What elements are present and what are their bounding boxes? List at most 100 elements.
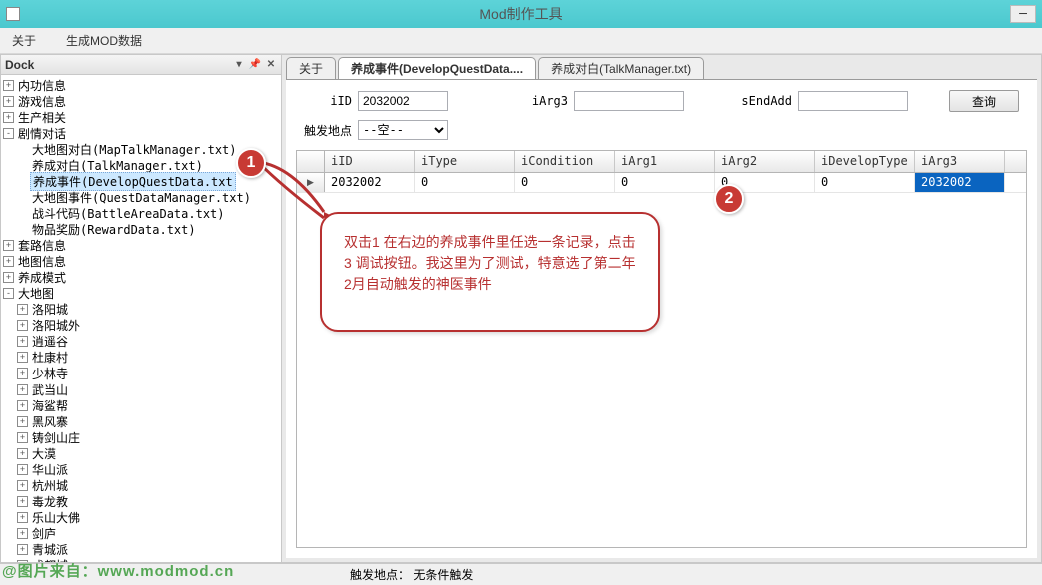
tree-label: 乐山大佛 [30,509,82,526]
tree-node[interactable]: +杜康村 [1,349,281,365]
tree-node[interactable]: +海鲨帮 [1,397,281,413]
expand-icon[interactable]: + [17,544,28,555]
watermark: @图片来自：www.modmod.cn [2,560,234,581]
tree-node[interactable]: +游戏信息 [1,93,281,109]
tree-label: 内功信息 [16,77,68,94]
expand-icon[interactable]: + [17,480,28,491]
menubar: 关于 生成MOD数据 [0,28,1042,54]
tree-node[interactable]: +地图信息 [1,253,281,269]
tree-node[interactable]: +青城派 [1,541,281,557]
pin-icon[interactable]: 📌 [249,59,261,71]
expand-icon[interactable]: + [3,272,14,283]
tree-node[interactable]: +华山派 [1,461,281,477]
tree-node[interactable]: +乐山大佛 [1,509,281,525]
tree-node[interactable]: +套路信息 [1,237,281,253]
grid-header-cell[interactable]: iType [415,151,515,172]
dock-panel: Dock ▾ 📌 ✕ +内功信息+游戏信息+生产相关-剧情对话大地图对白(Map… [0,54,282,563]
expand-icon[interactable]: + [17,368,28,379]
expand-icon[interactable]: + [17,336,28,347]
tree-node[interactable]: 物品奖励(RewardData.txt) [1,221,281,237]
tree-label: 大地图对白(MapTalkManager.txt) [30,141,239,158]
tree-node[interactable]: +生产相关 [1,109,281,125]
expand-icon[interactable]: + [17,320,28,331]
expand-icon[interactable]: + [3,240,14,251]
tree-node[interactable]: +杭州城 [1,477,281,493]
grid-cell[interactable]: 2032002 [325,173,415,192]
tree-label: 铸剑山庄 [30,429,82,446]
tree-node[interactable]: +内功信息 [1,77,281,93]
tree-node[interactable]: +毒龙教 [1,493,281,509]
tree-node[interactable]: -剧情对话 [1,125,281,141]
expand-icon[interactable]: + [17,384,28,395]
expand-icon[interactable]: + [17,432,28,443]
tabstrip: 关于 养成事件(DevelopQuestData.... 养成对白(TalkMa… [282,55,1041,79]
tree-node[interactable]: -大地图 [1,285,281,301]
tree-node[interactable]: 战斗代码(BattleAreaData.txt) [1,205,281,221]
expand-icon[interactable]: + [3,112,14,123]
close-icon[interactable]: ✕ [265,59,277,71]
select-location[interactable]: --空-- [358,120,448,140]
tree-node[interactable]: +洛阳城外 [1,317,281,333]
input-sendadd[interactable] [798,91,908,111]
tree-node[interactable]: +铸剑山庄 [1,429,281,445]
grid-header-cell[interactable]: iDevelopType [815,151,915,172]
tree-label: 华山派 [30,461,70,478]
expand-icon[interactable]: + [17,528,28,539]
window-title: Mod制作工具 [479,4,562,24]
tree-node[interactable]: +养成模式 [1,269,281,285]
expand-icon[interactable]: + [3,96,14,107]
tree-label: 洛阳城 [30,301,70,318]
collapse-icon[interactable]: - [3,288,14,299]
expand-icon[interactable]: + [17,400,28,411]
tree-node[interactable]: 大地图事件(QuestDataManager.txt) [1,189,281,205]
grid-cell[interactable]: 0 [615,173,715,192]
tree-label: 物品奖励(RewardData.txt) [30,221,198,238]
expand-icon[interactable]: + [17,448,28,459]
grid-cell[interactable]: 0 [815,173,915,192]
data-grid[interactable]: iIDiTypeiConditioniArg1iArg2iDevelopType… [296,150,1027,548]
expand-icon[interactable]: + [17,352,28,363]
expand-icon[interactable]: + [17,496,28,507]
expand-icon[interactable]: + [17,304,28,315]
grid-header-cell[interactable]: iCondition [515,151,615,172]
expand-icon[interactable]: + [17,416,28,427]
grid-cell[interactable]: 0 [415,173,515,192]
grid-header-cell[interactable]: iArg1 [615,151,715,172]
menu-gen-mod[interactable]: 生成MOD数据 [60,29,148,52]
tree-node[interactable]: 养成事件(DevelopQuestData.txt [1,173,281,189]
expand-icon[interactable]: + [3,256,14,267]
dock-header: Dock ▾ 📌 ✕ [1,55,281,75]
label-location: 触发地点 [304,122,352,139]
tree-node[interactable]: +逍遥谷 [1,333,281,349]
grid-cell[interactable]: 2032002 [915,173,1005,192]
grid-header-cell[interactable]: iArg2 [715,151,815,172]
tree-label: 杭州城 [30,477,70,494]
menu-about[interactable]: 关于 [6,29,42,52]
status-loc-label: 触发地点： [350,568,410,582]
tree-node[interactable]: +黑风寨 [1,413,281,429]
tree-node[interactable]: +剑庐 [1,525,281,541]
dropdown-icon[interactable]: ▾ [233,59,245,71]
tab-talk-manager[interactable]: 养成对白(TalkManager.txt) [538,57,704,79]
tree-node[interactable]: +大漠 [1,445,281,461]
query-button[interactable]: 查询 [949,90,1019,112]
expand-icon[interactable]: + [3,80,14,91]
grid-header-cell[interactable]: iArg3 [915,151,1005,172]
tab-develop-quest[interactable]: 养成事件(DevelopQuestData.... [338,57,536,79]
tab-about[interactable]: 关于 [286,57,336,79]
grid-cell[interactable]: 0 [515,173,615,192]
tree-node[interactable]: +少林寺 [1,365,281,381]
input-iarg3[interactable] [574,91,684,111]
tree-label: 大地图事件(QuestDataManager.txt) [30,189,253,206]
tree-label: 武当山 [30,381,70,398]
tree-indent [17,192,28,203]
input-iid[interactable] [358,91,448,111]
expand-icon[interactable]: + [17,464,28,475]
tree-node[interactable]: +武当山 [1,381,281,397]
tree-node[interactable]: +洛阳城 [1,301,281,317]
expand-icon[interactable]: + [17,512,28,523]
tree-view[interactable]: +内功信息+游戏信息+生产相关-剧情对话大地图对白(MapTalkManager… [1,75,281,562]
minimize-button[interactable]: ─ [1010,5,1036,23]
collapse-icon[interactable]: - [3,128,14,139]
grid-header-cell[interactable]: iID [325,151,415,172]
